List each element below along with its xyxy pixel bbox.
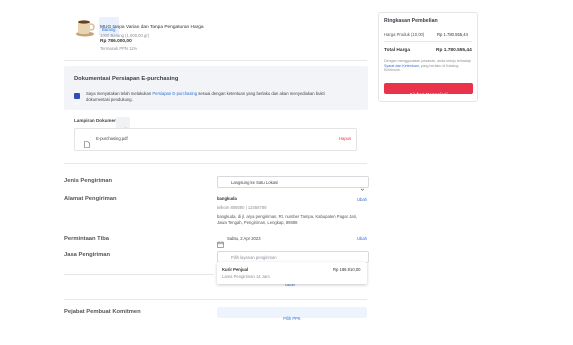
service-option-price: Rp 186.910,00: [333, 267, 361, 272]
service-label: Jasa Pengiriman: [64, 252, 111, 258]
check-icon: [74, 101, 80, 105]
submit-negotiation-button[interactable]: Ajukan Negosiasi: [384, 83, 473, 97]
address-phone: telkom 808080 | 12456789: [217, 205, 267, 210]
arrival-change-link[interactable]: Ubah: [357, 236, 367, 241]
service-option-name: Kurir Penjual: [222, 267, 249, 272]
divider: [64, 60, 367, 61]
service-option-sub: Lama Pengiriman 14 Jam: [222, 274, 270, 279]
divider: [384, 41, 472, 42]
terms-note: Dengan menggunakan pesanan, anda setuju …: [384, 59, 471, 73]
service-option[interactable]: Kurir Penjual Lama Pengiriman 14 Jam Rp …: [217, 263, 367, 283]
arrival-label: Permintaan Tiba: [64, 236, 109, 242]
terms-link[interactable]: Syarat dan Ketentuan,: [384, 64, 420, 68]
chevron-down-icon: [360, 179, 365, 197]
total-label: Total Harga: [384, 48, 411, 53]
shipping-type-label: Jenis Pengiriman: [64, 178, 113, 184]
divider: [64, 163, 367, 164]
select-official-button[interactable]: Pilih PPK: [217, 307, 367, 321]
agree-checkbox[interactable]: [74, 93, 80, 105]
product-image: [74, 17, 96, 37]
product-price: Rp 786.000,00: [100, 39, 132, 44]
address-change-link[interactable]: Ubah: [357, 197, 367, 202]
divider: [64, 274, 214, 275]
subtotal-value: Rp 1.780.555,44: [437, 32, 468, 37]
file-icon: [84, 135, 90, 153]
epurchasing-title: Dokumentasi Persiapan E-purchasing: [74, 76, 179, 82]
arrival-value: Sabtu, 2 Apr 2023: [227, 236, 261, 241]
total-value: Rp 1.780.555,44: [436, 48, 472, 53]
product-tax: Termasuk PPN 11%: [100, 46, 138, 51]
epurchasing-link[interactable]: Persiapan E-purchasing: [152, 91, 197, 96]
product-name: MUG tanpa Varian dan Tanpa Pengaturan Ha…: [100, 25, 204, 30]
divider: [64, 299, 367, 300]
address-name: bangkuda: [217, 196, 237, 201]
subtotal-label: Harga Produk (10,00): [384, 32, 425, 37]
summary-title: Ringkasan Pembelian: [384, 18, 438, 24]
address-detail: bangkuda, di jl. arya pengiriman, Rt. nu…: [217, 214, 357, 225]
delete-file-button[interactable]: Hapus: [339, 136, 351, 141]
mug-icon: [76, 20, 95, 37]
agree-text: Saya menyatakan telah melakukan Persiapa…: [86, 91, 325, 102]
product-qty: 1000 Barang (1.000,00 gr): [100, 33, 150, 38]
address-label: Alamat Pengiriman: [64, 196, 117, 202]
official-label: Pejabat Pembuat Komitmen: [64, 309, 141, 315]
file-name[interactable]: E-purchasing.pdf: [96, 136, 128, 141]
attachment-label: Lampiran Dokumen: [74, 118, 117, 123]
epurchasing-card: [64, 66, 368, 110]
shipping-type-select[interactable]: Langsung ke Satu Lokasi: [217, 176, 369, 191]
